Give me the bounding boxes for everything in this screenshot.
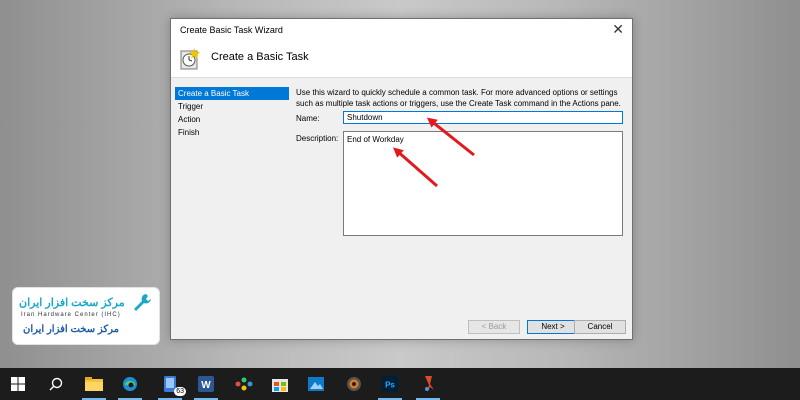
wrench-icon	[134, 294, 151, 311]
photos-icon[interactable]	[298, 368, 334, 400]
media-icon[interactable]	[336, 368, 372, 400]
ihc-logo: مرکز سخت افزار ایران Iran Hardware Cente…	[12, 287, 160, 345]
logo-title: مرکز سخت افزار ایران	[19, 297, 125, 309]
description-input[interactable]: End of Workday	[343, 131, 623, 236]
windows-start-icon[interactable]	[0, 368, 36, 400]
task-scheduler-icon	[180, 48, 200, 70]
wizard-content: Use this wizard to quickly schedule a co…	[296, 87, 626, 236]
paint-icon[interactable]	[226, 368, 262, 400]
wizard-header: Create a Basic Task	[171, 41, 632, 78]
name-label: Name:	[296, 114, 320, 123]
file-explorer-icon[interactable]	[76, 368, 112, 400]
ps-letters: Ps	[385, 381, 395, 390]
window-title: Create Basic Task Wizard	[180, 25, 283, 35]
step-finish[interactable]: Finish	[175, 126, 289, 139]
back-button[interactable]: < Back	[468, 320, 520, 334]
snipping-icon[interactable]	[410, 368, 446, 400]
step-create-basic-task[interactable]: Create a Basic Task	[175, 87, 289, 100]
close-icon[interactable]: ✕	[612, 21, 624, 37]
store-icon[interactable]	[262, 368, 298, 400]
notification-badge: 63	[174, 387, 186, 396]
word-icon[interactable]: W	[188, 368, 224, 400]
page-title: Create a Basic Task	[211, 51, 309, 63]
search-icon[interactable]	[38, 368, 74, 400]
next-button[interactable]: Next >	[527, 320, 579, 334]
description-label: Description:	[296, 134, 339, 143]
wizard-window: Create Basic Task Wizard ✕ Create a Basi…	[170, 18, 633, 340]
logo-subtitle: Iran Hardware Center (IHC)	[21, 312, 121, 318]
cancel-button[interactable]: Cancel	[574, 320, 626, 334]
tablet-icon[interactable]: 63	[152, 368, 188, 400]
word-letter: W	[201, 380, 211, 391]
step-trigger[interactable]: Trigger	[175, 100, 289, 113]
logo-caption: مرکز سخت افزار ایران	[23, 324, 120, 335]
taskbar: 63 W Ps	[0, 368, 800, 400]
instructions-text: Use this wizard to quickly schedule a co…	[296, 88, 621, 108]
step-action[interactable]: Action	[175, 113, 289, 126]
photoshop-icon[interactable]: Ps	[372, 368, 408, 400]
name-input[interactable]: Shutdown	[343, 111, 623, 124]
edge-icon[interactable]	[112, 368, 148, 400]
title-bar[interactable]: Create Basic Task Wizard ✕	[171, 19, 632, 41]
wizard-steps: Create a Basic Task Trigger Action Finis…	[175, 87, 289, 139]
